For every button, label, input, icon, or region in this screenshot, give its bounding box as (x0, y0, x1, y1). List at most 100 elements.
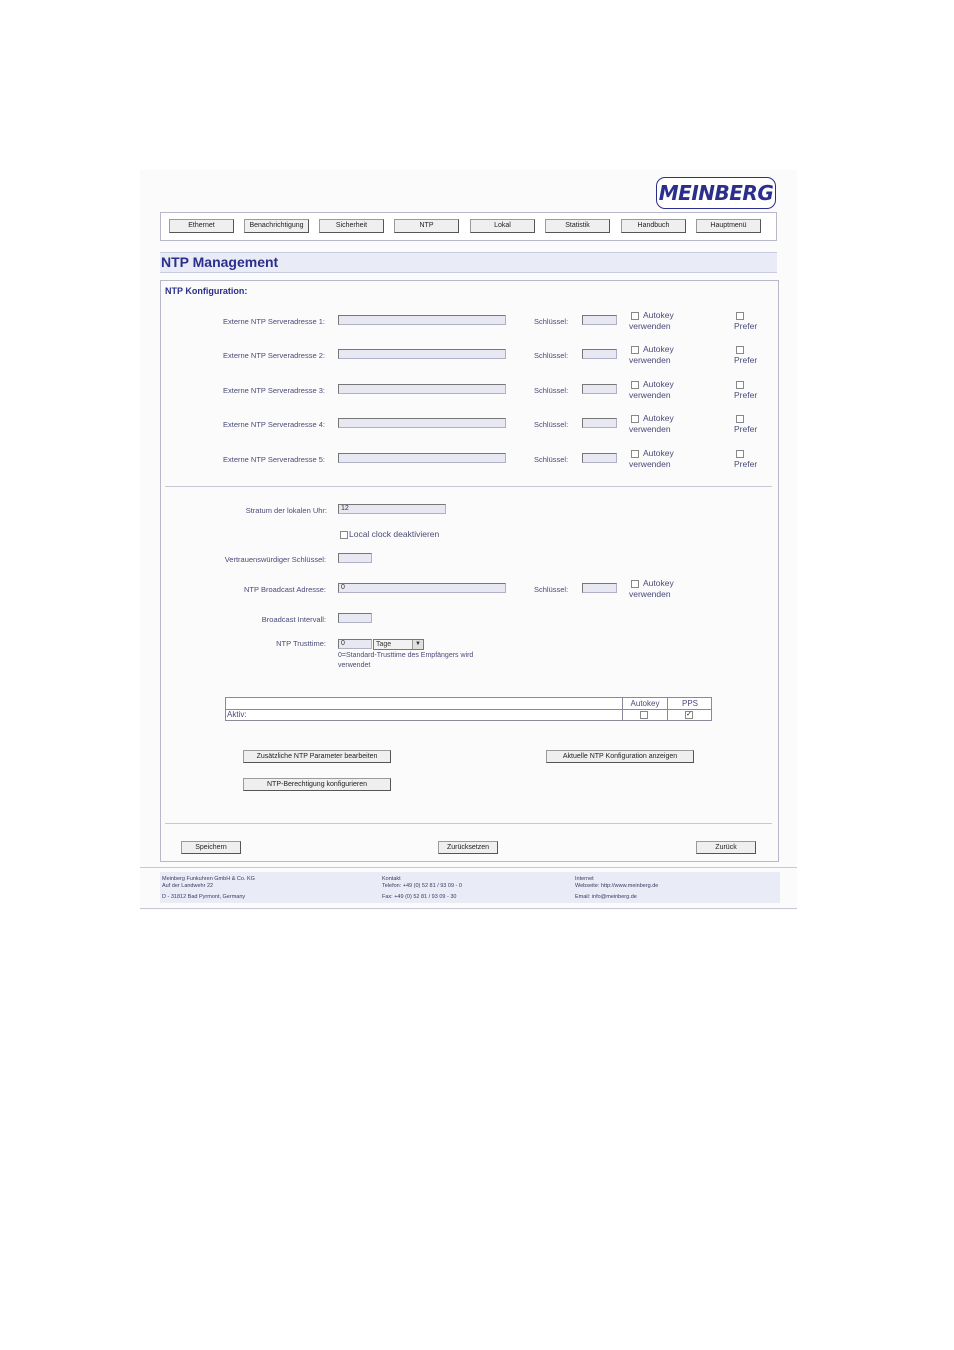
autokey-checkbox[interactable] (631, 346, 639, 354)
prefer-checkbox[interactable] (736, 346, 744, 354)
trusttime-label: NTP Trusttime: (276, 639, 326, 648)
autokey-label-line1: Autokey (643, 344, 674, 354)
trusttime-hint-line1: 0=Standard-Trusttime des Empfängers wird (338, 652, 474, 659)
broadcast-autokey-label-line1: Autokey (643, 578, 674, 588)
footer-top-line (140, 867, 797, 868)
broadcast-address-input[interactable]: 0 (338, 583, 506, 593)
server-address-input[interactable] (338, 418, 506, 428)
server-label: Externe NTP Serveradresse 4: (223, 420, 325, 429)
key-input[interactable] (582, 315, 617, 325)
broadcast-autokey-label-line2: verwenden (629, 589, 671, 599)
key-input[interactable] (582, 384, 617, 394)
server-address-input[interactable] (338, 349, 506, 359)
server-address-input[interactable] (338, 384, 506, 394)
autokey-checkbox[interactable] (631, 312, 639, 320)
server-label: Externe NTP Serveradresse 5: (223, 455, 325, 464)
prefer-label: Prefer (734, 424, 758, 434)
autokey-label-line1: Autokey (643, 379, 674, 389)
autokey-label-line1: Autokey (643, 413, 674, 423)
reset-button[interactable]: Zurücksetzen (438, 841, 498, 854)
meinberg-logo: MEINBERG (656, 177, 776, 209)
nav-button-statistik[interactable]: Statistik (545, 219, 610, 233)
save-button[interactable]: Speichern (181, 841, 241, 854)
nav-button-handbuch[interactable]: Handbuch (621, 219, 686, 233)
key-input[interactable] (582, 349, 617, 359)
table-autokey-checkbox[interactable] (640, 711, 648, 719)
key-label: Schlüssel: (534, 386, 569, 395)
server-address-input[interactable] (338, 453, 506, 463)
broadcast-autokey-checkbox[interactable] (631, 580, 639, 588)
chevron-down-icon: ▼ (412, 640, 423, 649)
footer-website-link[interactable]: Webseite: http://www.meinberg.de (575, 883, 658, 889)
prefer-checkbox[interactable] (736, 312, 744, 320)
divider (165, 823, 772, 824)
nav-button-ntp[interactable]: NTP (394, 219, 459, 233)
trusttime-unit-select[interactable]: Tage ▼ (373, 639, 424, 650)
divider (165, 486, 772, 487)
server-label: Externe NTP Serveradresse 2: (223, 351, 325, 360)
table-row-divider (226, 709, 711, 710)
prefer-label: Prefer (734, 321, 758, 331)
config-panel (160, 280, 779, 862)
local-clock-label: Local clock deaktivieren (349, 529, 440, 539)
active-table: Autokey PPS Aktiv: ✓ (225, 697, 712, 721)
broadcast-key-input[interactable] (582, 583, 617, 593)
broadcast-address-label: NTP Broadcast Adresse: (244, 585, 326, 594)
footer-email-link[interactable]: Email: info@meinberg.de (575, 894, 637, 900)
stratum-input[interactable]: 12 (338, 504, 446, 514)
broadcast-interval-label: Broadcast Intervall: (261, 615, 326, 624)
table-row-label: Aktiv: (227, 710, 247, 719)
permissions-button[interactable]: NTP-Berechtigung konfigurieren (243, 778, 391, 791)
key-label: Schlüssel: (534, 420, 569, 429)
autokey-label-line2: verwenden (629, 459, 671, 469)
footer-contact-title: Kontakt (382, 876, 401, 882)
autokey-label-line1: Autokey (643, 310, 674, 320)
trusted-key-label: Vertrauenswürdiger Schlüssel: (224, 555, 326, 564)
nav-button-benachrichtigung[interactable]: Benachrichtigung (244, 219, 309, 233)
autokey-checkbox[interactable] (631, 415, 639, 423)
footer-bottom-line (140, 908, 797, 909)
key-label: Schlüssel: (534, 317, 569, 326)
footer-internet-title: Internet (575, 876, 594, 882)
trusted-key-input[interactable] (338, 553, 372, 563)
show-config-button[interactable]: Aktuelle NTP Konfiguration anzeigen (546, 750, 694, 763)
footer-city: D - 31812 Bad Pyrmont, Germany (162, 894, 246, 900)
autokey-label-line2: verwenden (629, 424, 671, 434)
autokey-checkbox[interactable] (631, 450, 639, 458)
footer-company: Meinberg Funkuhren GmbH & Co. KG (162, 876, 255, 882)
key-label: Schlüssel: (534, 351, 569, 360)
server-label: Externe NTP Serveradresse 3: (223, 386, 325, 395)
server-address-input[interactable] (338, 315, 506, 325)
local-clock-checkbox[interactable] (340, 531, 348, 539)
nav-button-hauptmenue[interactable]: Hauptmenü (696, 219, 761, 233)
nav-button-sicherheit[interactable]: Sicherheit (319, 219, 384, 233)
prefer-checkbox[interactable] (736, 381, 744, 389)
key-input[interactable] (582, 418, 617, 428)
footer-phone: Telefon: +49 (0) 52 81 / 93 09 - 0 (382, 883, 462, 889)
autokey-label-line2: verwenden (629, 355, 671, 365)
prefer-checkbox[interactable] (736, 415, 744, 423)
footer-street: Auf der Landwehr 22 (162, 883, 214, 889)
server-label: Externe NTP Serveradresse 1: (223, 317, 325, 326)
autokey-label-line2: verwenden (629, 390, 671, 400)
stratum-label: Stratum der lokalen Uhr: (245, 506, 327, 515)
broadcast-interval-input[interactable] (338, 613, 372, 623)
table-pps-checkbox[interactable]: ✓ (685, 711, 693, 719)
prefer-checkbox[interactable] (736, 450, 744, 458)
table-header-autokey: Autokey (630, 699, 660, 708)
section-title: NTP Konfiguration: (165, 286, 248, 296)
extra-params-button[interactable]: Zusätzliche NTP Parameter bearbeiten (243, 750, 391, 763)
footer-fax: Fax: +49 (0) 52 81 / 93 09 - 30 (382, 894, 457, 900)
back-button[interactable]: Zurück (696, 841, 756, 854)
autokey-label-line1: Autokey (643, 448, 674, 458)
trusttime-hint-line2: verwendet (338, 662, 371, 669)
key-input[interactable] (582, 453, 617, 463)
prefer-label: Prefer (734, 390, 758, 400)
trusttime-unit-value: Tage (376, 641, 392, 648)
autokey-label-line2: verwenden (629, 321, 671, 331)
nav-button-ethernet[interactable]: Ethernet (169, 219, 234, 233)
broadcast-key-label: Schlüssel: (534, 585, 569, 594)
autokey-checkbox[interactable] (631, 381, 639, 389)
trusttime-input[interactable]: 0 (338, 639, 372, 649)
nav-button-lokal[interactable]: Lokal (470, 219, 535, 233)
